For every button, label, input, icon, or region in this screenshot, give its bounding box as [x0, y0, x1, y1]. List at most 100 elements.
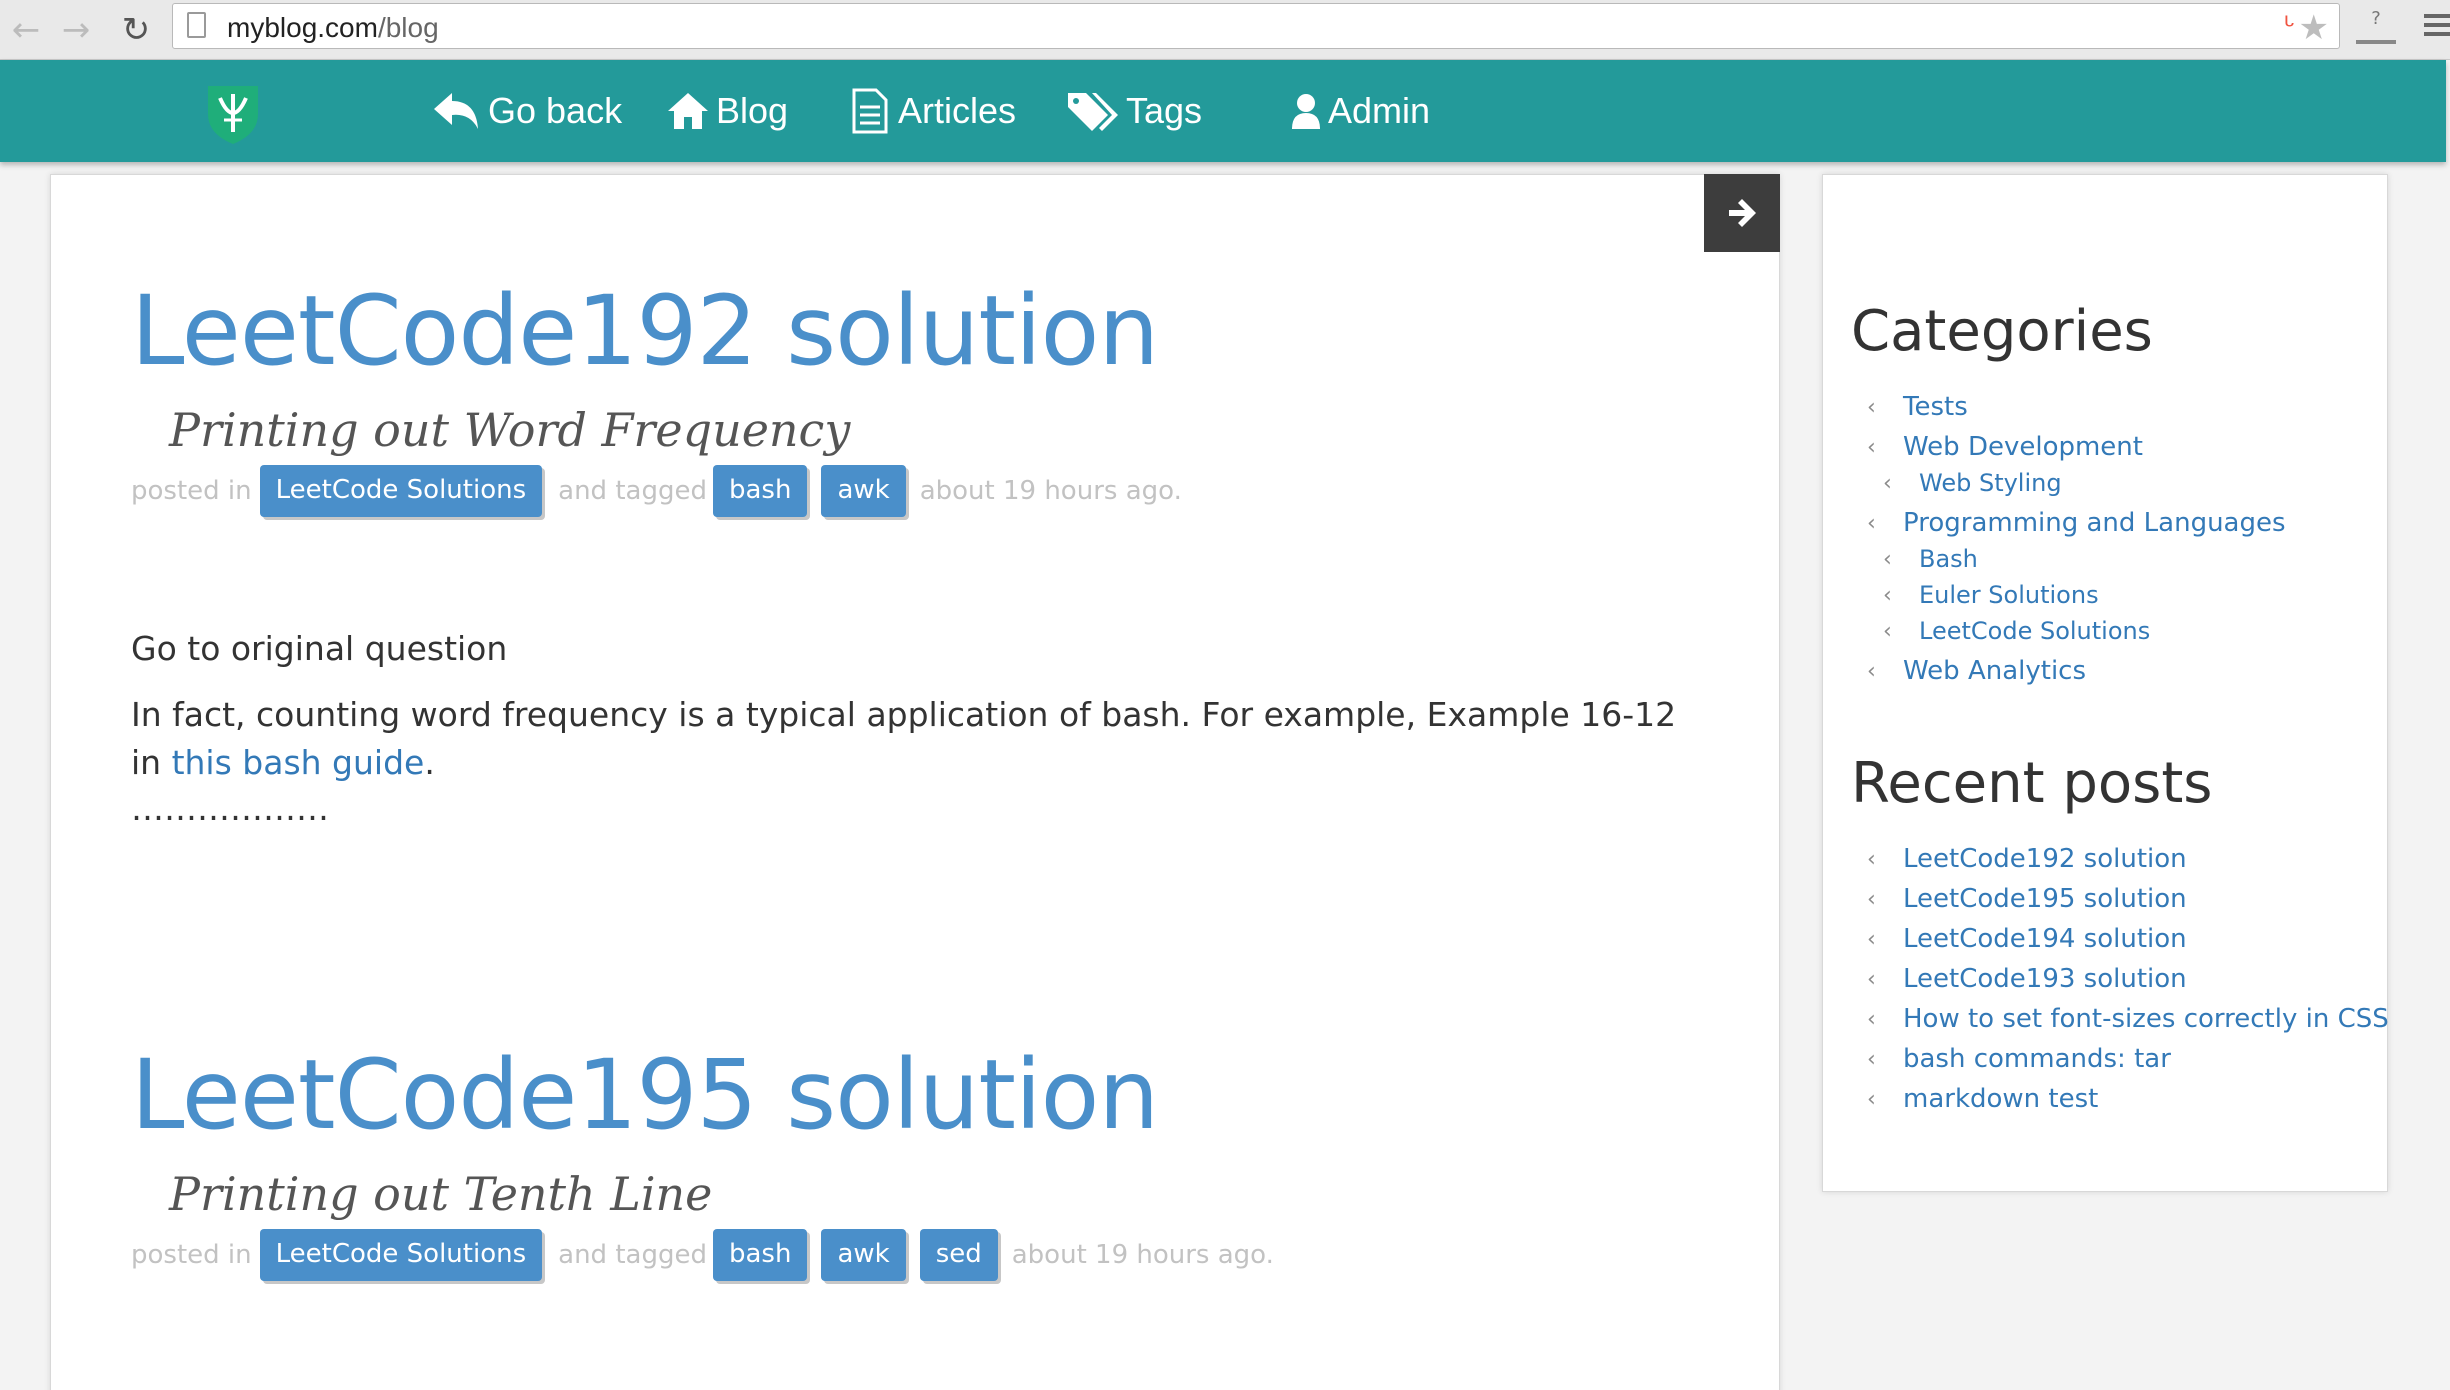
post-meta: posted in LeetCode Solutions and tagged …	[131, 1229, 1280, 1281]
category-item[interactable]: ‹ Bash	[1883, 541, 1978, 577]
recent-post-label: LeetCode192 solution	[1903, 844, 2187, 874]
chevron-left-icon: ‹	[1867, 846, 1876, 872]
home-icon	[668, 93, 708, 129]
chevron-left-icon: ‹	[1867, 1006, 1876, 1032]
recent-posts-heading: Recent posts	[1851, 751, 2213, 816]
chevron-left-icon: ‹	[1867, 966, 1876, 992]
recent-post-item[interactable]: ‹ bash commands: tar	[1867, 1041, 2171, 1077]
chevron-left-icon: ‹	[1867, 926, 1876, 952]
posts-panel: LeetCode192 solution Printing out Word F…	[50, 174, 1780, 1390]
category-item[interactable]: ‹ Euler Solutions	[1883, 577, 2099, 613]
category-label: Programming and Languages	[1903, 508, 2286, 538]
page-icon	[187, 12, 206, 38]
tagged-label: and tagged	[558, 476, 707, 506]
recent-post-label: markdown test	[1903, 1084, 2099, 1114]
category-item[interactable]: ‹ Web Development	[1867, 429, 2143, 465]
post-excerpt: In fact, counting word frequency is a ty…	[131, 691, 1691, 787]
nav-label-go-back: Go back	[488, 90, 623, 131]
chevron-left-icon: ‹	[1867, 658, 1876, 684]
recent-post-label: LeetCode195 solution	[1903, 884, 2187, 914]
category-item[interactable]: ‹ Programming and Languages	[1867, 505, 2286, 541]
nav-articles[interactable]: Articles	[848, 82, 1016, 140]
recent-post-label: LeetCode193 solution	[1903, 964, 2187, 994]
chevron-left-icon: ‹	[1867, 434, 1876, 460]
recent-post-item[interactable]: ‹ LeetCode192 solution	[1867, 841, 2187, 877]
category-item[interactable]: ‹ Web Styling	[1883, 465, 2062, 501]
post-time: about 19 hours ago.	[919, 476, 1182, 506]
tag-badge[interactable]: awk	[821, 465, 906, 517]
recent-post-item[interactable]: ‹ LeetCode195 solution	[1867, 881, 2187, 917]
tag-badge[interactable]: sed	[919, 1229, 998, 1281]
bookmark-star-icon[interactable]: ★	[2299, 8, 2329, 48]
category-item[interactable]: ‹ Web Analytics	[1867, 653, 2086, 689]
recent-post-label: How to set font-sizes correctly in CSS	[1903, 1004, 2389, 1034]
nav-label-tags: Tags	[1126, 90, 1203, 131]
category-item[interactable]: ‹ Tests	[1867, 389, 1968, 425]
reload-icon[interactable]: ↻	[116, 10, 156, 50]
post-time: about 19 hours ago.	[1011, 1240, 1274, 1270]
chevron-left-icon: ‹	[1867, 1046, 1876, 1072]
post-subtitle: Printing out Tenth Line	[169, 1167, 713, 1221]
site-logo-icon[interactable]	[200, 80, 266, 146]
nav-label-admin: Admin	[1328, 90, 1431, 131]
chevron-left-icon: ‹	[1883, 546, 1892, 572]
post-subtitle: Printing out Word Frequency	[169, 403, 851, 457]
category-badge[interactable]: LeetCode Solutions	[259, 465, 543, 517]
user-icon	[1292, 94, 1320, 129]
chevron-left-icon: ‹	[1867, 510, 1876, 536]
sidebar: Categories ‹ Tests ‹ Web Development ‹ Web …	[1822, 174, 2389, 1192]
forward-arrow-icon[interactable]: →	[56, 10, 96, 50]
nav-tags[interactable]: Tags	[1066, 82, 1202, 140]
chevron-left-icon: ‹	[1883, 618, 1892, 644]
chevron-left-icon: ‹	[1867, 394, 1876, 420]
category-item[interactable]: ‹ LeetCode Solutions	[1883, 613, 2150, 649]
original-question-link[interactable]: Go to original question	[131, 625, 507, 673]
category-label: Bash	[1919, 545, 1978, 573]
site-navbar: Go back Blog Articles Tags Admin	[0, 60, 2446, 162]
nav-label-articles: Articles	[898, 90, 1017, 131]
category-label: Tests	[1903, 392, 1968, 422]
read-more-ellipsis: ………………	[131, 789, 329, 828]
nav-admin[interactable]: Admin	[1290, 82, 1430, 140]
chevron-left-icon: ‹	[1883, 582, 1892, 608]
tagged-label: and tagged	[558, 1240, 707, 1270]
recent-post-item[interactable]: ‹ LeetCode193 solution	[1867, 961, 2187, 997]
recent-post-item[interactable]: ‹ How to set font-sizes correctly in CSS	[1867, 1001, 2389, 1037]
tag-badge[interactable]: awk	[821, 1229, 906, 1281]
address-bar[interactable]: myblog.com/blog ᒡ ★	[172, 3, 2340, 49]
recent-post-item[interactable]: ‹ LeetCode194 solution	[1867, 921, 2187, 957]
recent-post-label: bash commands: tar	[1903, 1044, 2171, 1074]
back-arrow-icon[interactable]: ←	[6, 10, 46, 50]
chevron-left-icon: ‹	[1867, 886, 1876, 912]
browser-menu-icon[interactable]	[2424, 14, 2450, 38]
extension-logo-icon[interactable]: ᒡ	[2284, 12, 2295, 42]
nav-blog[interactable]: Blog	[666, 82, 788, 140]
post-meta: posted in LeetCode Solutions and tagged …	[131, 465, 1188, 517]
category-label: Euler Solutions	[1919, 581, 2099, 609]
category-label: Web Styling	[1919, 469, 2062, 497]
recent-post-item[interactable]: ‹ markdown test	[1867, 1081, 2098, 1117]
category-label: LeetCode Solutions	[1919, 617, 2151, 645]
recent-post-label: LeetCode194 solution	[1903, 924, 2187, 954]
category-label: Web Analytics	[1903, 656, 2087, 686]
help-extension-icon[interactable]: ?	[2356, 10, 2396, 44]
browser-toolbar: ← → ↻ myblog.com/blog ᒡ ★ ?	[0, 0, 2450, 60]
tag-badge[interactable]: bash	[712, 465, 808, 517]
category-badge[interactable]: LeetCode Solutions	[259, 1229, 543, 1281]
post-title[interactable]: LeetCode195 solution	[131, 1039, 1159, 1151]
bash-guide-link[interactable]: this bash guide	[172, 743, 425, 782]
nav-label-blog: Blog	[716, 90, 789, 131]
post-title[interactable]: LeetCode192 solution	[131, 275, 1159, 387]
tag-badge[interactable]: bash	[712, 1229, 808, 1281]
reply-icon	[434, 93, 478, 129]
arrow-right-icon	[1729, 199, 1756, 227]
posted-in-label: posted in	[131, 476, 252, 506]
url-text[interactable]: myblog.com/blog	[227, 12, 439, 44]
tags-icon	[1068, 93, 1118, 131]
chevron-left-icon: ‹	[1867, 1086, 1876, 1112]
sidebar-toggle-button[interactable]	[1704, 174, 1780, 252]
nav-go-back[interactable]: Go back	[432, 82, 622, 140]
excerpt-end: .	[424, 743, 435, 782]
chevron-left-icon: ‹	[1883, 470, 1892, 496]
category-label: Web Development	[1903, 432, 2143, 462]
